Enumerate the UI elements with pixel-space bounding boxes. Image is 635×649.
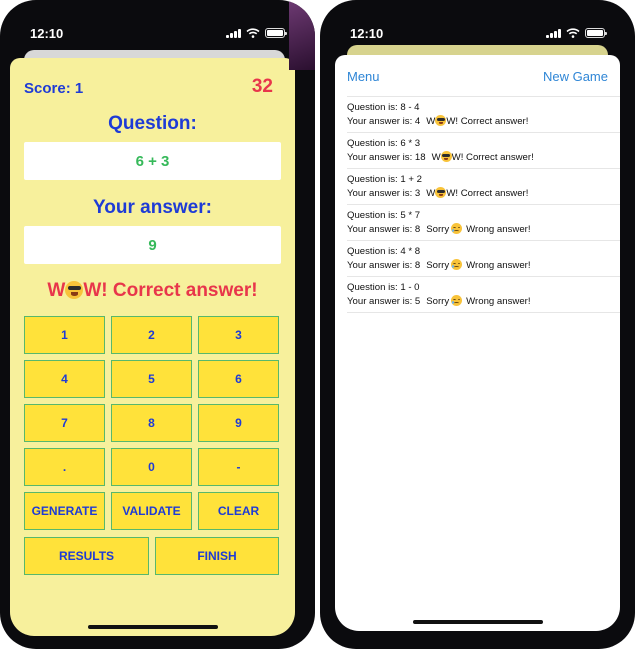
results-phone: 12:10 Menu New Game Question is: 8 - 4 Yo… <box>320 0 635 649</box>
results-button[interactable]: RESULTS <box>24 537 149 575</box>
feedback-prefix: W <box>47 280 66 301</box>
key-7-button[interactable]: 7 <box>24 404 105 442</box>
home-indicator[interactable] <box>87 625 218 629</box>
battery-icon <box>585 28 607 38</box>
clear-button[interactable]: CLEAR <box>198 492 279 530</box>
result-row: Question is: 1 + 2 Your answer is: 3 W W! C… <box>347 169 620 205</box>
validate-button[interactable]: VALIDATE <box>111 492 192 530</box>
menu-button[interactable]: Menu <box>347 69 380 84</box>
new-game-button[interactable]: New Game <box>543 69 608 84</box>
status-time: 12:10 <box>350 26 384 41</box>
result-answer-line: Your answer is: 4 W W! Correct answer! <box>347 115 620 129</box>
result-row: Question is: 1 - 0 Your answer is: 5 Sorry… <box>347 277 620 313</box>
result-row: Question is: 8 - 4 Your answer is: 4 W W! C… <box>347 97 620 133</box>
result-verdict: W! Correct answer! <box>451 152 534 163</box>
result-verdict: W! Correct answer! <box>446 116 529 127</box>
star-struck-emoji-icon <box>440 151 452 162</box>
countdown-timer: 32 <box>251 76 273 97</box>
result-answer-line: Your answer is: 8 Sorry Wrong answer! <box>347 223 620 237</box>
key-5-button[interactable]: 5 <box>111 360 192 398</box>
status-time: 12:10 <box>30 26 64 41</box>
game-phone: 12:10 Score: 1 32 Question: 6 + 3 Your a… <box>0 0 315 649</box>
key-0-button[interactable]: 0 <box>111 448 192 486</box>
result-answer: Your answer is: 18 <box>347 152 426 163</box>
result-question: Question is: 5 * 7 <box>347 210 421 221</box>
result-row: Question is: 4 * 8 Your answer is: 8 Sorry… <box>347 241 620 277</box>
feedback-suffix: W! Correct answer! <box>83 280 258 301</box>
question-heading: Question: <box>108 113 197 134</box>
result-verdict-prefix: W <box>426 116 436 127</box>
sad-tear-emoji-icon <box>451 259 463 270</box>
key-3-button[interactable]: 3 <box>198 316 279 354</box>
wallpaper-edge <box>289 0 315 70</box>
result-verdict-prefix: Sorry <box>426 224 450 235</box>
results-nav-bar: Menu New Game <box>347 69 608 89</box>
result-answer-line: Your answer is: 18 W W! Correct answer! <box>347 151 620 165</box>
result-verdict-prefix: W <box>426 188 436 199</box>
result-answer: Your answer is: 8 <box>347 260 421 271</box>
cellular-signal-icon <box>546 28 561 38</box>
result-row: Question is: 5 * 7 Your answer is: 8 Sorry… <box>347 205 620 241</box>
star-struck-emoji-icon <box>435 115 447 126</box>
result-verdict: Wrong answer! <box>466 260 531 271</box>
feedback-message: W W! Correct answer! <box>10 280 295 302</box>
key-decimal-button[interactable]: . <box>24 448 105 486</box>
generate-button[interactable]: GENERATE <box>24 492 105 530</box>
result-verdict-prefix: Sorry <box>426 296 450 307</box>
result-verdict-prefix: W <box>431 152 441 163</box>
result-answer-line: Your answer is: 8 Sorry Wrong answer! <box>347 259 620 273</box>
result-verdict: Wrong answer! <box>466 296 531 307</box>
sad-tear-emoji-icon <box>451 295 463 306</box>
result-verdict: Wrong answer! <box>466 224 531 235</box>
result-row: Question is: 6 * 3 Your answer is: 18 W W! … <box>347 133 620 169</box>
results-list: Question is: 8 - 4 Your answer is: 4 W W! C… <box>347 96 620 313</box>
result-question: Question is: 8 - 4 <box>347 102 420 113</box>
result-verdict-prefix: Sorry <box>426 260 450 271</box>
status-bar: 12:10 <box>0 22 315 46</box>
key-1-button[interactable]: 1 <box>24 316 105 354</box>
question-display: 6 + 3 <box>24 142 281 180</box>
result-answer: Your answer is: 3 <box>347 188 421 199</box>
result-question: Question is: 6 * 3 <box>347 138 421 149</box>
key-minus-button[interactable]: - <box>198 448 279 486</box>
result-answer: Your answer is: 4 <box>347 116 421 127</box>
result-question: Question is: 4 * 8 <box>347 246 421 257</box>
answer-heading: Your answer: <box>93 197 212 218</box>
results-sheet: Menu New Game Question is: 8 - 4 Your ans… <box>335 55 620 631</box>
result-answer-line: Your answer is: 5 Sorry Wrong answer! <box>347 295 620 309</box>
result-verdict: W! Correct answer! <box>446 188 529 199</box>
wifi-icon <box>566 28 580 38</box>
game-sheet: Score: 1 32 Question: 6 + 3 Your answer:… <box>10 58 295 636</box>
key-4-button[interactable]: 4 <box>24 360 105 398</box>
result-question: Question is: 1 + 2 <box>347 174 422 185</box>
result-answer: Your answer is: 8 <box>347 224 421 235</box>
sad-tear-emoji-icon <box>451 223 463 234</box>
status-bar: 12:10 <box>320 22 635 46</box>
key-2-button[interactable]: 2 <box>111 316 192 354</box>
wifi-icon <box>246 28 260 38</box>
result-question: Question is: 1 - 0 <box>347 282 420 293</box>
answer-field[interactable]: 9 <box>24 226 281 264</box>
score-label: Score: 1 <box>24 80 84 97</box>
cellular-signal-icon <box>226 28 241 38</box>
key-9-button[interactable]: 9 <box>198 404 279 442</box>
key-6-button[interactable]: 6 <box>198 360 279 398</box>
battery-icon <box>265 28 287 38</box>
result-answer: Your answer is: 5 <box>347 296 421 307</box>
star-struck-emoji-icon <box>435 187 447 198</box>
finish-button[interactable]: FINISH <box>155 537 279 575</box>
key-8-button[interactable]: 8 <box>111 404 192 442</box>
result-answer-line: Your answer is: 3 W W! Correct answer! <box>347 187 620 201</box>
home-indicator[interactable] <box>412 620 543 624</box>
star-struck-emoji-icon <box>65 281 84 299</box>
